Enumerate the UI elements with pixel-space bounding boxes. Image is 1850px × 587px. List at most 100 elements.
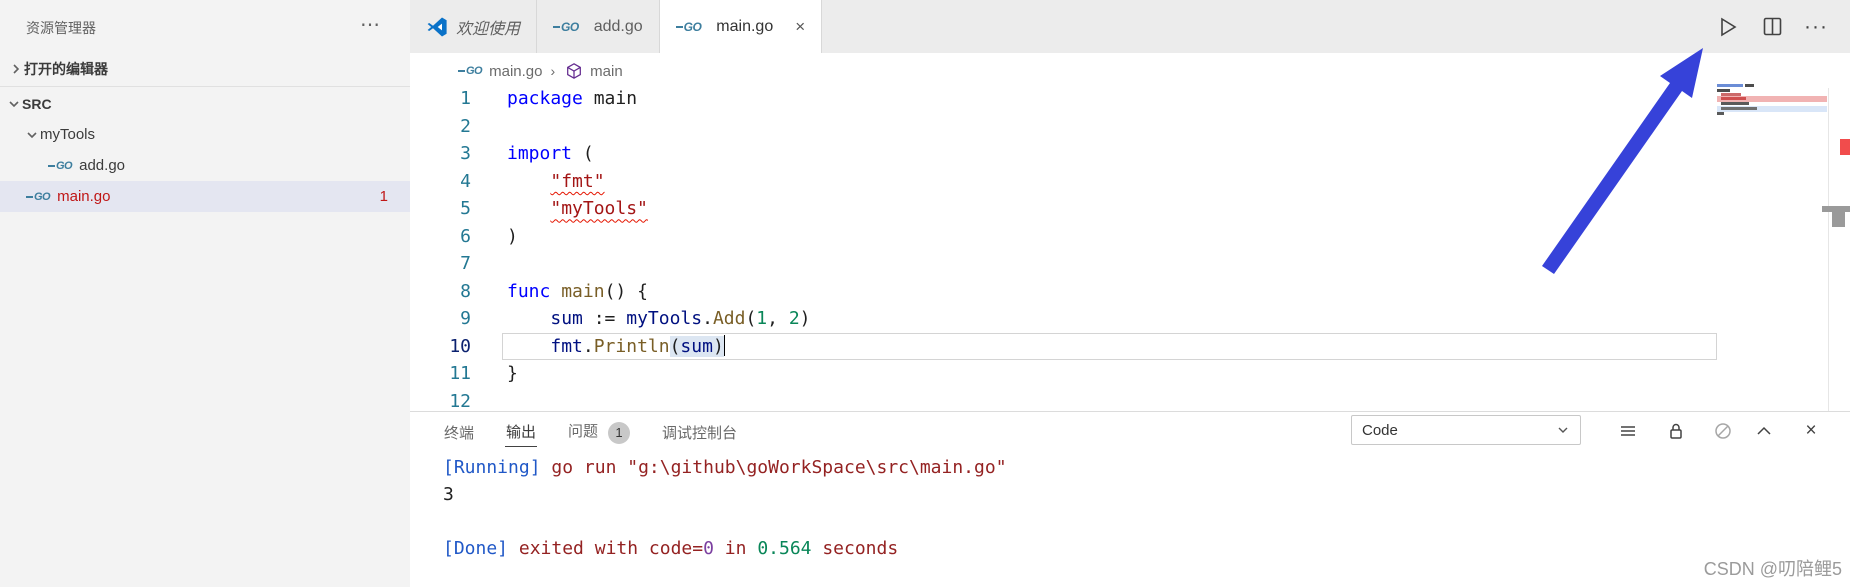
code-text: sum := myTools.Add(1, 2)	[507, 308, 811, 329]
vscode-logo-icon	[426, 16, 448, 38]
tab-label: add.go	[594, 18, 643, 36]
code-editor[interactable]: GO main.go › main 1 package main 2 3import …	[410, 53, 1850, 411]
minimap-bar	[1721, 107, 1757, 110]
line-number[interactable]: 7	[410, 253, 495, 274]
output-line: 3	[443, 481, 1820, 508]
code-line[interactable]: 5 "myTools"	[410, 195, 1717, 223]
maximize-panel-icon[interactable]	[1751, 418, 1777, 444]
code-text: fmt.Println(sum)	[507, 335, 725, 357]
tab-main-go[interactable]: GO main.go ×	[660, 0, 823, 53]
overview-ruler-error-marker	[1840, 139, 1850, 155]
breadcrumb-symbol[interactable]: main	[590, 63, 623, 80]
code-text: "myTools"	[507, 198, 648, 219]
output-line	[443, 508, 1820, 535]
code-line[interactable]: 10 fmt.Println(sum)	[410, 333, 1717, 361]
tab-label: main.go	[716, 18, 773, 36]
close-tab-icon[interactable]: ×	[795, 17, 805, 37]
minimap-bar	[1721, 102, 1749, 105]
more-actions-icon[interactable]: ···	[1800, 11, 1832, 43]
chevron-down-icon	[24, 127, 40, 143]
minimap-bar	[1717, 89, 1730, 92]
panel-actions: ×	[410, 418, 1850, 444]
file-add-go[interactable]: GO add.go	[0, 150, 410, 181]
line-number[interactable]: 6	[410, 226, 495, 247]
section-divider	[0, 86, 410, 87]
csdn-watermark: CSDN @叨陪鲤5	[1704, 555, 1842, 581]
breadcrumb-file[interactable]: main.go	[489, 63, 542, 80]
tab-welcome[interactable]: 欢迎使用	[410, 0, 537, 53]
code-line[interactable]: 1 package main	[410, 85, 1717, 113]
breadcrumb[interactable]: GO main.go › main	[458, 59, 623, 83]
output-text[interactable]: [Running] go run "g:\github\goWorkSpace\…	[443, 454, 1820, 562]
file-label: add.go	[79, 157, 125, 174]
editor-tab-strip: 欢迎使用 GO add.go GO main.go × ···	[410, 0, 1850, 53]
explorer-more-actions-icon[interactable]: ⋯	[352, 10, 388, 40]
line-number[interactable]: 5	[410, 198, 495, 219]
go-file-icon: GO	[458, 65, 482, 77]
line-number[interactable]: 4	[410, 171, 495, 192]
go-file-icon: GO	[553, 20, 579, 34]
vscode-window: 资源管理器 ⋯ 打开的编辑器 SRC myTools GO add.go GO …	[0, 0, 1850, 587]
file-main-go[interactable]: GO main.go 1	[0, 181, 410, 212]
explorer-sidebar: 资源管理器 ⋯ 打开的编辑器 SRC myTools GO add.go GO …	[0, 0, 411, 587]
error-count-badge: 1	[380, 188, 388, 205]
minimap-bar	[1717, 84, 1743, 87]
code-line[interactable]: 4 "fmt"	[410, 168, 1717, 196]
workspace-root-label: SRC	[22, 96, 52, 112]
output-line: [Running] go run "g:\github\goWorkSpace\…	[443, 454, 1820, 481]
close-panel-icon[interactable]: ×	[1798, 418, 1824, 444]
go-file-icon: GO	[48, 160, 72, 172]
workspace-root-src[interactable]: SRC	[0, 88, 410, 119]
bottom-panel: 终端 输出 问题1 调试控制台 Code × [Running] go run …	[410, 411, 1850, 587]
go-file-icon: GO	[676, 20, 702, 34]
minimap-bar	[1745, 84, 1754, 87]
split-editor-button[interactable]	[1756, 11, 1788, 43]
code-text: "fmt"	[507, 171, 605, 192]
open-editors-section[interactable]: 打开的编辑器	[0, 53, 410, 84]
code-line[interactable]: 7	[410, 250, 1717, 278]
open-editors-label: 打开的编辑器	[24, 59, 108, 79]
scrollbar-marker	[1832, 212, 1845, 227]
code-text: )	[507, 226, 518, 247]
line-number[interactable]: 1	[410, 88, 495, 109]
output-line: [Done] exited with code=0 in 0.564 secon…	[443, 535, 1820, 562]
lock-auto-scroll-icon[interactable]	[1663, 418, 1689, 444]
tab-label: 欢迎使用	[456, 15, 520, 39]
clear-output-icon[interactable]	[1710, 418, 1736, 444]
code-line[interactable]: 2	[410, 113, 1717, 141]
line-number[interactable]: 8	[410, 281, 495, 302]
code-line[interactable]: 3import (	[410, 140, 1717, 168]
file-label: main.go	[57, 188, 110, 205]
run-code-button[interactable]	[1712, 11, 1744, 43]
code-line[interactable]: 12	[410, 388, 1717, 412]
code-text: }	[507, 363, 518, 384]
go-file-icon: GO	[26, 191, 50, 203]
line-number[interactable]: 12	[410, 391, 495, 411]
explorer-title: 资源管理器	[26, 18, 96, 38]
editor-actions: ···	[1700, 0, 1850, 53]
folder-label: myTools	[40, 126, 95, 143]
line-number[interactable]: 3	[410, 143, 495, 164]
minimap-bar	[1717, 112, 1724, 115]
chevron-down-icon	[6, 96, 22, 112]
line-number[interactable]: 11	[410, 363, 495, 384]
code-lines[interactable]: 1package main23import (4 "fmt"5 "myTools…	[410, 85, 1717, 411]
line-number[interactable]: 9	[410, 308, 495, 329]
chevron-right-icon	[8, 61, 24, 77]
line-number[interactable]: 2	[410, 116, 495, 137]
minimap-bar	[1721, 97, 1746, 100]
code-text: func main() {	[507, 281, 648, 302]
code-text: package main	[507, 88, 637, 109]
overview-ruler[interactable]	[1828, 88, 1850, 411]
breadcrumb-separator: ›	[551, 63, 556, 79]
code-line[interactable]: 9 sum := myTools.Add(1, 2)	[410, 305, 1717, 333]
code-line[interactable]: 8 func main() {	[410, 278, 1717, 306]
code-line[interactable]: 6)	[410, 223, 1717, 251]
line-number[interactable]: 10	[410, 336, 495, 357]
code-line[interactable]: 11}	[410, 360, 1717, 388]
explorer-header: 资源管理器 ⋯	[0, 0, 410, 53]
minimap[interactable]	[1717, 84, 1827, 118]
filter-lines-icon[interactable]	[1615, 418, 1641, 444]
folder-mytools[interactable]: myTools	[0, 119, 410, 150]
tab-add-go[interactable]: GO add.go	[537, 0, 660, 53]
